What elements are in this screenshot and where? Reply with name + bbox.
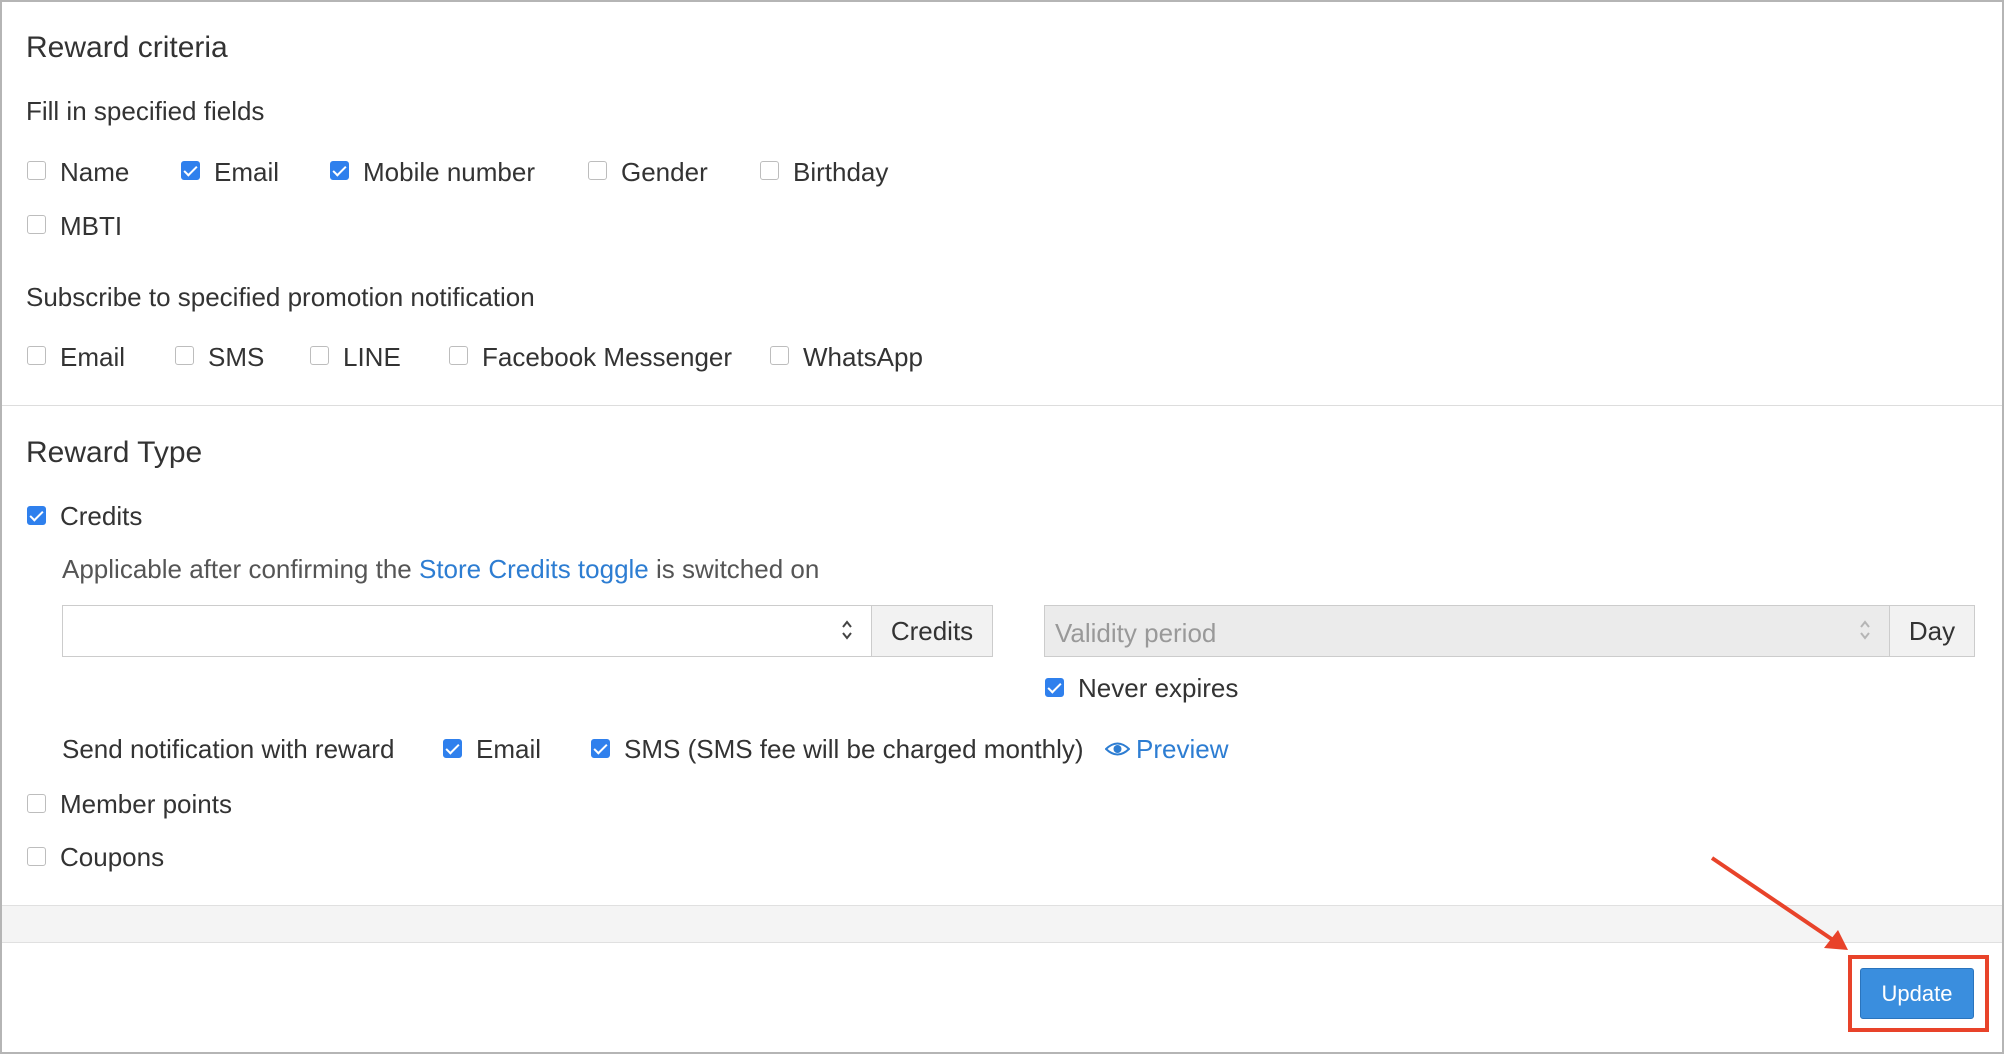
reward-criteria-title: Reward criteria [26,31,228,64]
validity-period-input[interactable]: Validity period [1044,605,1891,657]
notify-email-label: Email [476,734,542,764]
gender-label: Gender [621,157,708,187]
birthday-label: Birthday [793,157,889,187]
preview-label: Preview [1136,734,1229,764]
channel-email-label: Email [60,342,126,372]
applicable-prefix: Applicable after confirming the [62,554,412,584]
coupons-label: Coupons [60,842,165,872]
fill-fields-label: Fill in specified fields [26,96,265,126]
gender-checkbox[interactable] [588,161,607,180]
spinner-arrows-icon[interactable] [1857,615,1873,645]
member-points-checkbox[interactable] [27,794,46,813]
never-expires-checkbox[interactable] [1045,678,1064,697]
eye-icon [1104,739,1131,763]
channel-sms-checkbox[interactable] [175,346,194,365]
channel-messenger-label: Facebook Messenger [482,342,733,372]
spinner-arrows-icon[interactable] [839,615,855,645]
name-label: Name [60,157,130,187]
credits-checkbox[interactable] [27,506,46,525]
never-expires-label: Never expires [1078,673,1239,703]
credits-addon: Credits [871,605,993,657]
birthday-checkbox[interactable] [760,161,779,180]
validity-addon: Day [1889,605,1975,657]
applicable-note: Applicable after confirming the Store Cr… [62,556,819,582]
channel-messenger-checkbox[interactable] [449,346,468,365]
mbti-checkbox[interactable] [27,215,46,234]
notify-email-checkbox[interactable] [443,739,462,758]
email-checkbox[interactable] [181,161,200,180]
send-notification-label: Send notification with reward [62,734,395,764]
channel-line-checkbox[interactable] [310,346,329,365]
name-checkbox[interactable] [27,161,46,180]
coupons-checkbox[interactable] [27,847,46,866]
channel-line-label: LINE [343,342,401,372]
red-arrow-icon [1710,856,1848,950]
section-divider [2,405,2002,406]
channel-whatsapp-label: WhatsApp [803,342,923,372]
subscribe-label: Subscribe to specified promotion notific… [26,282,535,312]
mbti-label: MBTI [60,211,123,241]
validity-placeholder: Validity period [1055,618,1217,648]
channel-whatsapp-checkbox[interactable] [770,346,789,365]
store-credits-toggle-link[interactable]: Store Credits toggle [419,554,649,584]
notify-sms-checkbox[interactable] [591,739,610,758]
reward-type-title: Reward Type [26,436,203,469]
applicable-suffix: is switched on [656,554,820,584]
mobile-number-checkbox[interactable] [330,161,349,180]
credits-input[interactable] [62,605,872,657]
channel-sms-label: SMS [208,342,265,372]
highlight-box [1848,955,1989,1032]
email-label: Email [214,157,280,187]
member-points-label: Member points [60,789,232,819]
mobile-number-label: Mobile number [363,157,535,187]
credits-label: Credits [60,501,143,531]
channel-email-checkbox[interactable] [27,346,46,365]
notify-sms-label: SMS (SMS fee will be charged monthly) [624,734,1084,764]
